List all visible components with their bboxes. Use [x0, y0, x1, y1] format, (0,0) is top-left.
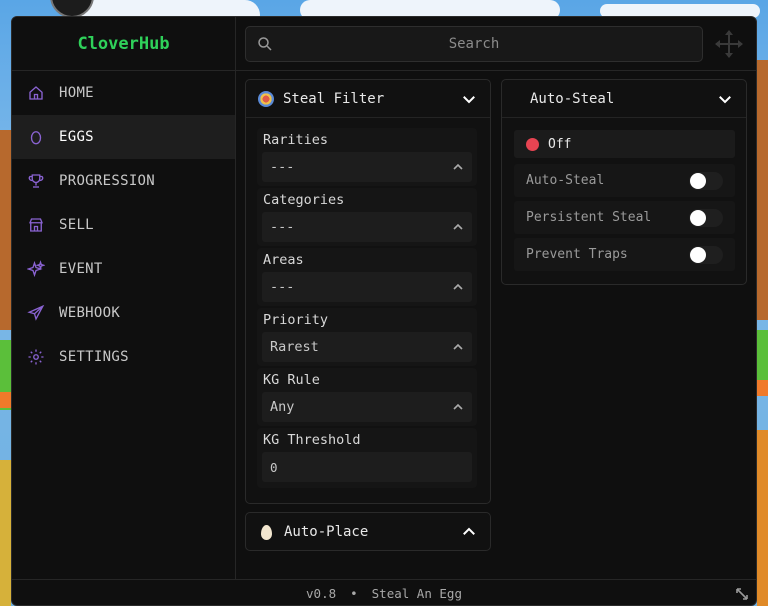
sidebar-item-label: EVENT: [59, 261, 103, 277]
auto-steal-panel: Auto-Steal Off Auto-Steal Persistent Ste…: [501, 79, 747, 285]
field-label: Areas: [263, 252, 304, 268]
sidebar-item-label: HOME: [59, 85, 94, 101]
footer-separator: •: [350, 586, 358, 601]
game-name: Steal An Egg: [371, 586, 462, 601]
home-icon: [26, 83, 46, 103]
cloverhub-window: CloverHub HOME EGGS PROGRESSION SELL EVE…: [11, 16, 757, 606]
send-icon: [26, 303, 46, 323]
footer-bar: v0.8 • Steal An Egg: [12, 579, 756, 605]
egg-icon: [26, 127, 46, 147]
dropdown-value: ---: [270, 219, 295, 235]
steal-filter-panel: Steal Filter Rarities --- Categories ---…: [245, 79, 491, 504]
auto-steal-header[interactable]: Auto-Steal: [502, 80, 746, 118]
toggle-label: Persistent Steal: [526, 210, 652, 225]
dropdown-value: Rarest: [270, 339, 319, 355]
dropdown-value: ---: [270, 159, 295, 175]
chevron-up-icon[interactable]: [460, 523, 478, 541]
target-icon: [258, 90, 274, 107]
chevron-up-icon: [453, 283, 463, 290]
kg-rule-field: KG Rule Any: [257, 368, 477, 426]
field-label: Rarities: [263, 132, 329, 148]
gear-icon: [26, 347, 46, 367]
sidebar-item-event[interactable]: EVENT: [12, 247, 235, 291]
auto-place-title: Auto-Place: [284, 524, 369, 540]
auto-place-header[interactable]: Auto-Place: [246, 513, 490, 551]
steal-filter-header[interactable]: Steal Filter: [246, 80, 490, 118]
field-label: KG Rule: [263, 372, 320, 388]
priority-field: Priority Rarest: [257, 308, 477, 366]
chevron-up-icon: [453, 163, 463, 170]
trophy-icon: [26, 171, 46, 191]
sidebar-item-label: SETTINGS: [59, 349, 129, 365]
auto-steal-toggle[interactable]: [689, 171, 723, 190]
chevron-up-icon: [453, 403, 463, 410]
sidebar-item-settings[interactable]: SETTINGS: [12, 335, 235, 379]
status-dot-icon: [526, 137, 539, 151]
steal-filter-title: Steal Filter: [283, 90, 385, 107]
chevron-down-icon[interactable]: [460, 90, 478, 108]
sidebar-item-progression[interactable]: PROGRESSION: [12, 159, 235, 203]
chevron-down-icon[interactable]: [716, 90, 734, 108]
sidebar: CloverHub HOME EGGS PROGRESSION SELL EVE…: [12, 17, 236, 579]
persistent-steal-toggle-row: Persistent Steal: [514, 201, 735, 234]
search-bar[interactable]: [245, 26, 703, 62]
sidebar-item-webhook[interactable]: WEBHOOK: [12, 291, 235, 335]
sidebar-item-label: PROGRESSION: [59, 173, 156, 189]
input-value: 0: [270, 459, 278, 475]
auto-steal-status: Off: [514, 130, 735, 158]
sidebar-item-eggs[interactable]: EGGS: [12, 115, 235, 159]
rarities-dropdown[interactable]: ---: [262, 152, 472, 182]
sidebar-item-label: WEBHOOK: [59, 305, 121, 321]
sidebar-item-sell[interactable]: SELL: [12, 203, 235, 247]
kg-threshold-field: KG Threshold 0: [257, 428, 477, 488]
brand-title: CloverHub: [12, 17, 235, 71]
auto-place-panel: Auto-Place: [245, 512, 491, 551]
dropdown-value: ---: [270, 279, 295, 295]
rarities-field: Rarities ---: [257, 128, 477, 186]
sidebar-item-label: SELL: [59, 217, 94, 233]
chevron-up-icon: [453, 223, 463, 230]
prevent-traps-toggle[interactable]: [689, 245, 723, 264]
chevron-up-icon: [453, 343, 463, 350]
areas-dropdown[interactable]: ---: [262, 272, 472, 302]
resize-icon[interactable]: [734, 586, 750, 602]
toggle-label: Prevent Traps: [526, 247, 628, 262]
dropdown-value: Any: [270, 399, 295, 415]
categories-dropdown[interactable]: ---: [262, 212, 472, 242]
kg-rule-dropdown[interactable]: Any: [262, 392, 472, 422]
kg-threshold-input[interactable]: 0: [262, 452, 472, 482]
toggle-label: Auto-Steal: [526, 173, 605, 188]
sidebar-item-home[interactable]: HOME: [12, 71, 235, 115]
sparkles-icon: [26, 259, 46, 279]
field-label: Priority: [263, 312, 329, 328]
top-bar: [236, 17, 756, 71]
version-label: v0.8: [306, 586, 337, 601]
categories-field: Categories ---: [257, 188, 477, 246]
move-icon[interactable]: [713, 28, 745, 60]
prevent-traps-toggle-row: Prevent Traps: [514, 238, 735, 271]
store-icon: [26, 215, 46, 235]
auto-steal-toggle-row: Auto-Steal: [514, 164, 735, 197]
field-label: KG Threshold: [263, 432, 361, 448]
priority-dropdown[interactable]: Rarest: [262, 332, 472, 362]
persistent-steal-toggle[interactable]: [689, 208, 723, 227]
egg-icon: [261, 524, 272, 540]
sidebar-item-label: EGGS: [59, 129, 94, 145]
search-icon: [258, 37, 272, 51]
search-input[interactable]: [274, 36, 702, 52]
status-text: Off: [548, 136, 572, 152]
auto-steal-title: Auto-Steal: [530, 90, 615, 107]
areas-field: Areas ---: [257, 248, 477, 306]
field-label: Categories: [263, 192, 345, 208]
